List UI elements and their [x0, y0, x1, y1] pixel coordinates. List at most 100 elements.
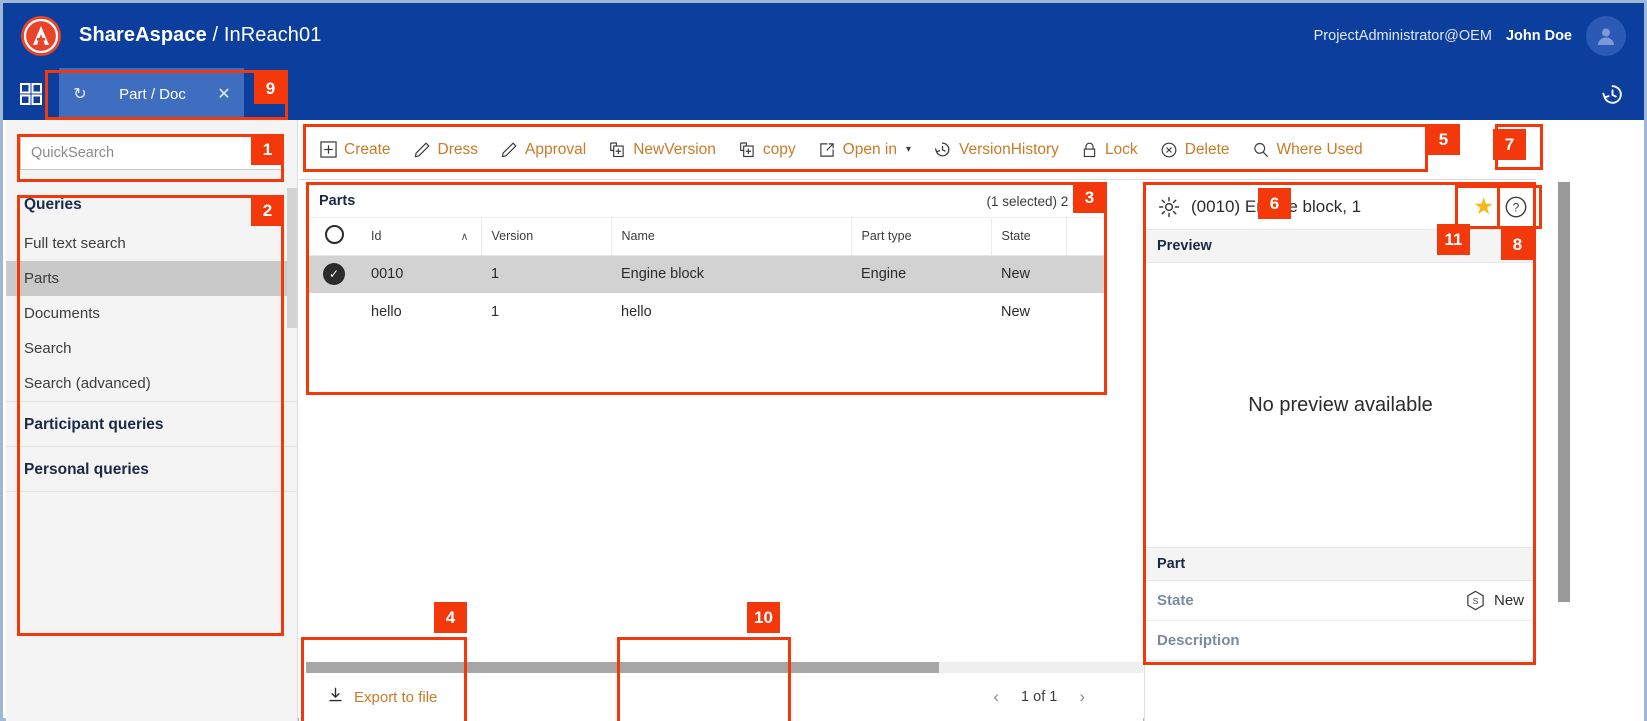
next-page-button[interactable]: › [1079, 687, 1085, 707]
svg-text:S: S [1473, 596, 1479, 606]
tab-label: Part / Doc [119, 85, 186, 103]
help-circle-icon[interactable]: ? [1504, 195, 1528, 219]
select-all-circle-icon[interactable] [324, 225, 344, 245]
open-external-icon [818, 141, 836, 159]
table-row[interactable]: hello 1 hello New [307, 293, 1105, 331]
row-select-checkbox[interactable]: ✓ [307, 255, 361, 293]
cell-id: 0010 [371, 266, 404, 283]
chevron-down-icon[interactable]: ▾ [906, 144, 911, 155]
left-sidebar: Queries Full text search Parts Documents… [6, 120, 298, 721]
sidebar-item-search[interactable]: Search [6, 331, 297, 366]
part-section-header: Part [1145, 548, 1536, 581]
breadcrumb-separator: / [206, 24, 224, 46]
column-header-id-label: Id [371, 229, 382, 244]
header-user-area: ProjectAdministrator@OEM John Doe [1313, 15, 1626, 56]
newversion-button[interactable]: NewVersion [597, 135, 727, 165]
pencil-icon [413, 141, 431, 159]
results-table: Id ∧ Version Name Part type State ✓ 0010… [307, 218, 1105, 331]
brand-name: ShareAspace [79, 24, 207, 46]
previous-page-button[interactable]: ‹ [993, 687, 999, 707]
column-header-version[interactable]: Version [481, 218, 612, 256]
results-horizontal-scrollbar[interactable] [306, 662, 1143, 673]
newversion-label: NewVersion [633, 140, 716, 158]
sidebar-scrollbar-thumb[interactable] [287, 188, 297, 328]
page-indicator: 1 of 1 [1021, 689, 1058, 705]
cell-spacer [1066, 255, 1105, 293]
refresh-icon[interactable]: ↻ [69, 84, 91, 104]
sidebar-scrollbar[interactable] [287, 188, 297, 721]
dress-button[interactable]: Dress [402, 135, 489, 165]
copy-plus-icon [738, 141, 756, 159]
delete-label: Delete [1184, 140, 1230, 158]
select-all-header[interactable] [307, 218, 361, 256]
export-to-file-button[interactable]: Export to file [313, 678, 451, 716]
sidebar-item-full-text-search[interactable]: Full text search [6, 226, 297, 261]
annotation-badge-4: 4 [434, 602, 467, 633]
column-header-state[interactable]: State [991, 218, 1067, 256]
tab-strip: ↻ Part / Doc ✕ [3, 68, 1644, 120]
copy-plus-icon [608, 141, 626, 159]
check-circle-icon[interactable]: ✓ [323, 263, 345, 286]
open-in-button[interactable]: Open in ▾ [807, 135, 922, 165]
app-grid-icon[interactable] [3, 68, 59, 120]
results-header: Parts (1 selected) 2 hits [307, 185, 1105, 218]
sidebar-item-parts[interactable]: Parts [6, 261, 297, 296]
sort-ascending-icon[interactable]: ∧ [460, 230, 470, 243]
versionhistory-label: VersionHistory [959, 140, 1059, 158]
column-header-name[interactable]: Name [611, 218, 852, 256]
application-window: ShareAspace / InReach01 ProjectAdministr… [0, 0, 1647, 721]
results-horizontal-scrollbar-thumb[interactable] [306, 662, 939, 673]
user-avatar-icon[interactable] [1586, 15, 1626, 56]
search-input[interactable] [20, 136, 283, 170]
preview-section-header: Preview [1145, 230, 1536, 263]
section-title-participant-queries[interactable]: Participant queries [6, 401, 297, 446]
approval-button[interactable]: Approval [489, 135, 597, 165]
action-toolbar: Create Dress Approval NewVersion copy Op… [299, 120, 1644, 180]
user-role-label: ProjectAdministrator@OEM [1313, 27, 1492, 44]
column-header-part-type[interactable]: Part type [851, 218, 992, 256]
cell-part-type [851, 293, 991, 331]
lock-label: Lock [1104, 140, 1138, 158]
where-used-button[interactable]: Where Used [1241, 135, 1374, 165]
create-button[interactable]: Create [309, 135, 402, 165]
table-header-row: Id ∧ Version Name Part type State [307, 218, 1105, 256]
versionhistory-button[interactable]: VersionHistory [922, 134, 1070, 165]
download-icon [327, 686, 344, 708]
copy-button[interactable]: copy [727, 135, 807, 165]
history-clock-icon [933, 140, 952, 159]
svg-text:?: ? [1513, 200, 1520, 214]
close-icon[interactable]: ✕ [214, 84, 234, 104]
detail-header: (0010) Engine block, 1 ★ ? [1145, 184, 1536, 230]
cell-spacer [1066, 293, 1105, 331]
gear-icon[interactable] [1157, 195, 1181, 219]
pagination-control: ‹ 1 of 1 › [993, 687, 1085, 707]
property-row-state: State S New [1145, 581, 1536, 621]
sidebar-item-search-advanced[interactable]: Search (advanced) [6, 366, 297, 401]
shareaspace-logo-icon[interactable] [21, 15, 61, 56]
section-title-personal-queries[interactable]: Personal queries [6, 446, 297, 491]
sidebar-item-documents[interactable]: Documents [6, 296, 297, 331]
row-select-checkbox[interactable] [307, 293, 361, 331]
column-header-id[interactable]: Id ∧ [361, 218, 482, 256]
user-name-label: John Doe [1505, 27, 1572, 44]
results-hits-label: (1 selected) 2 hits [986, 193, 1093, 209]
star-icon[interactable]: ★ [1473, 193, 1494, 220]
history-clock-icon[interactable] [1580, 68, 1644, 120]
page-vertical-scrollbar[interactable] [1558, 182, 1570, 602]
dress-label: Dress [437, 140, 479, 158]
results-title-label: Parts [319, 193, 356, 209]
property-value-state: S New [1466, 590, 1524, 611]
lock-icon [1081, 141, 1098, 159]
cell-version: 1 [491, 304, 500, 320]
delete-circle-icon [1160, 141, 1178, 159]
magnifier-icon [1252, 141, 1270, 159]
delete-button[interactable]: Delete [1149, 135, 1241, 165]
column-header-spacer [1066, 218, 1105, 256]
open-in-label: Open in [842, 140, 897, 158]
property-row-description: Description [1145, 621, 1536, 661]
table-row[interactable]: ✓ 0010 1 Engine block Engine New [307, 255, 1105, 293]
tab-part-doc[interactable]: ↻ Part / Doc ✕ [59, 68, 244, 120]
cell-name: hello [621, 304, 652, 320]
cell-name: Engine block [621, 266, 705, 283]
lock-button[interactable]: Lock [1070, 135, 1149, 165]
